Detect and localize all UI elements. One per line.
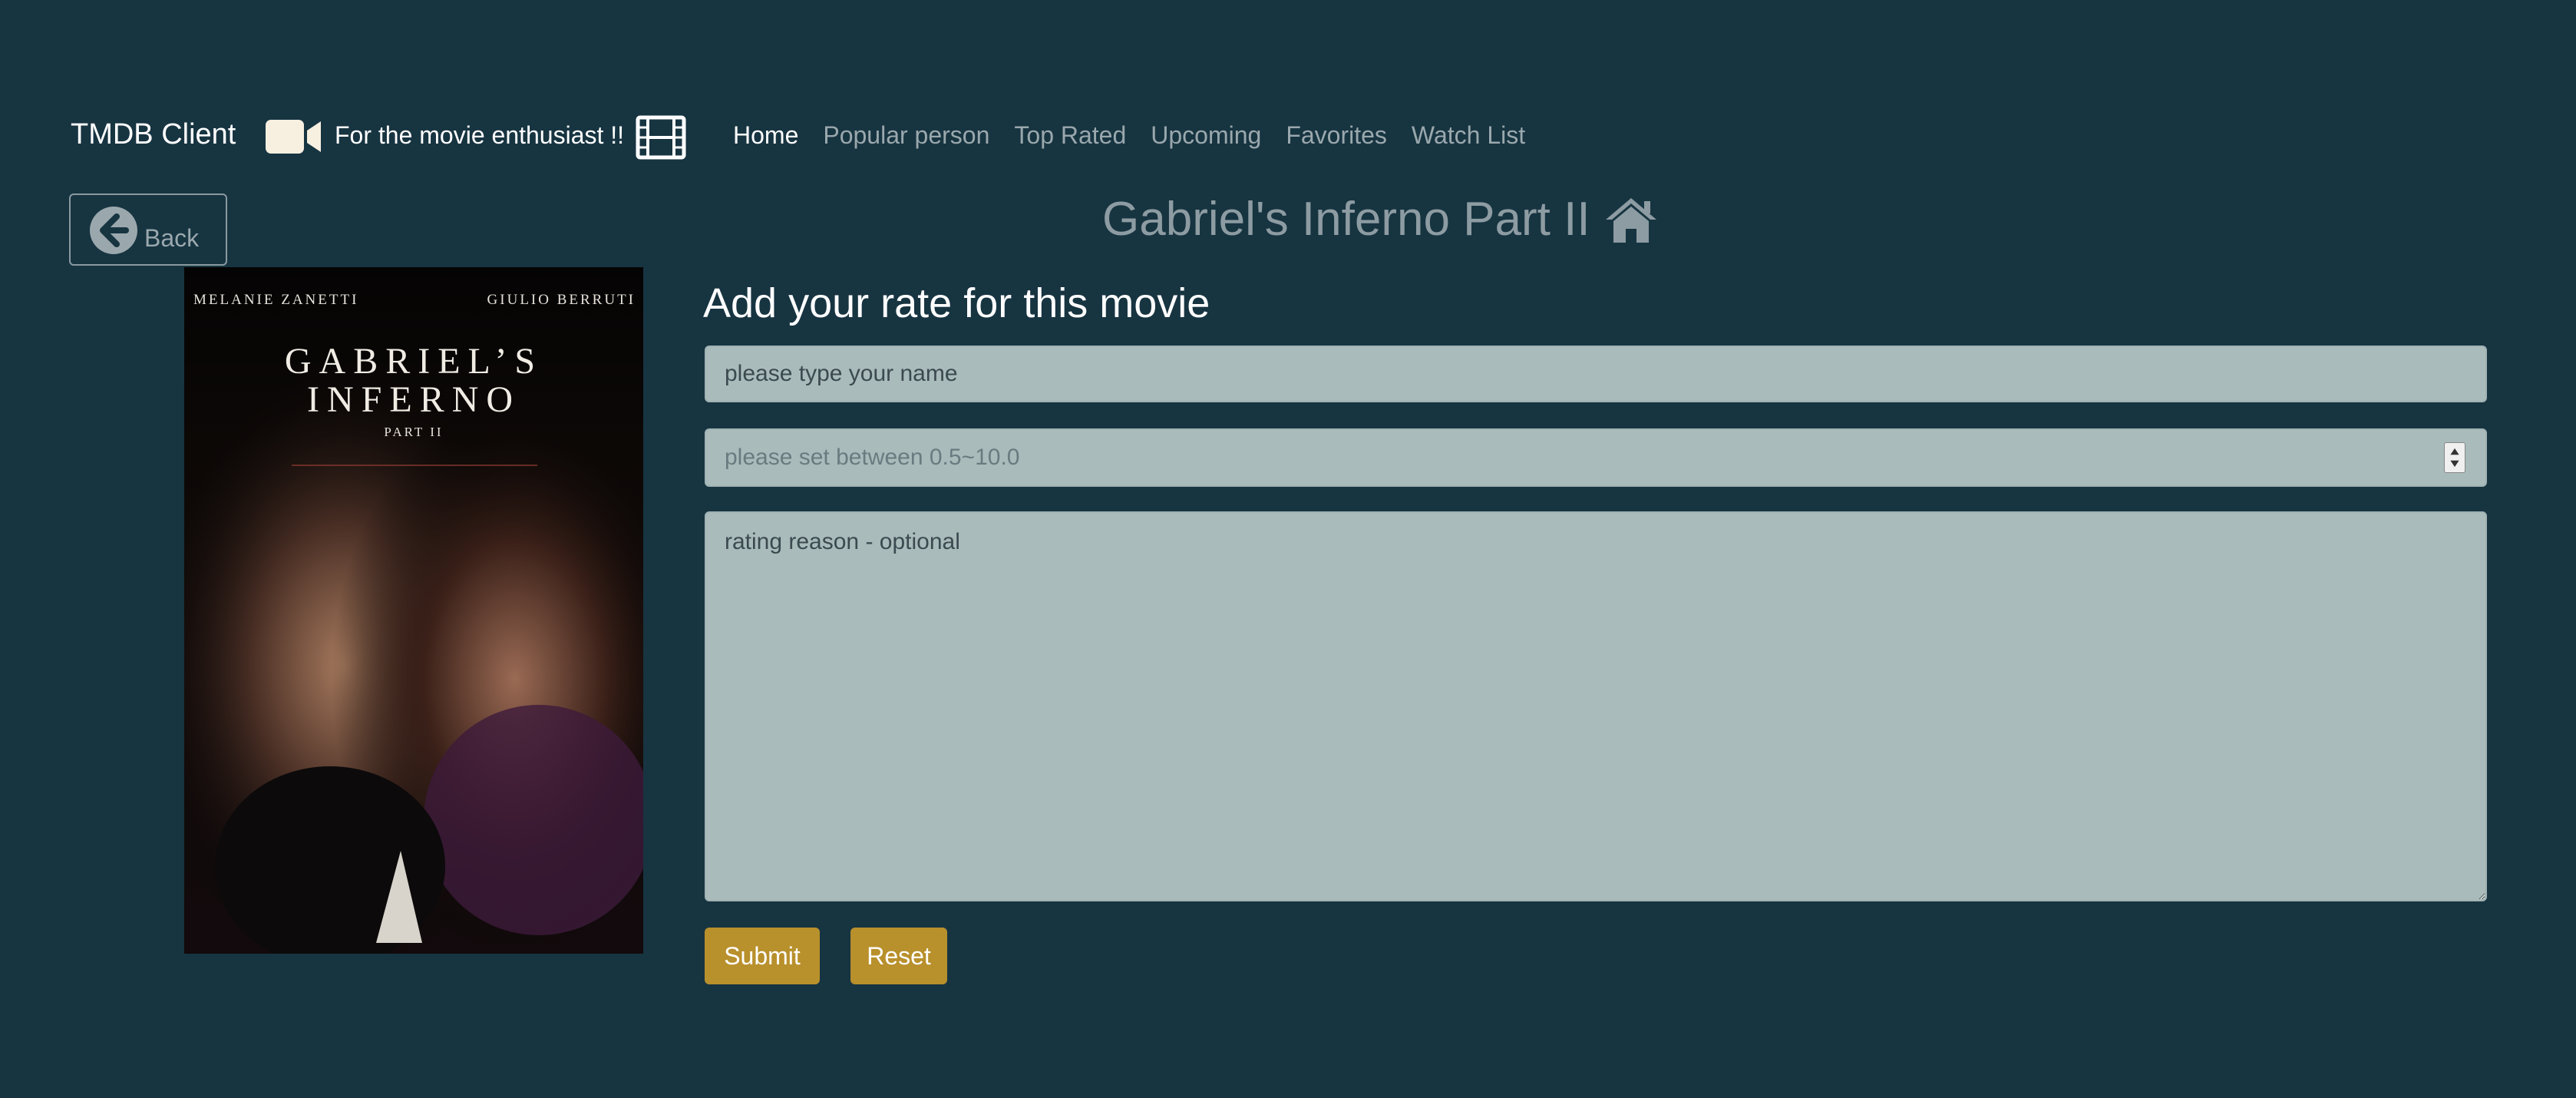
reason-textarea[interactable] bbox=[705, 511, 2487, 901]
brand-link[interactable]: TMDB Client bbox=[71, 118, 236, 151]
movie-poster: MELANIE ZANETTI GIULIO BERRUTI GABRIEL’S… bbox=[184, 267, 643, 954]
film-icon bbox=[636, 115, 686, 160]
poster-credit-left: MELANIE ZANETTI bbox=[193, 292, 358, 308]
nav-top-rated[interactable]: Top Rated bbox=[1014, 121, 1126, 150]
arrow-circle-left-icon bbox=[90, 207, 137, 254]
back-label: Back bbox=[144, 224, 200, 252]
nav-popular-person[interactable]: Popular person bbox=[823, 121, 989, 150]
nav-upcoming[interactable]: Upcoming bbox=[1151, 121, 1261, 150]
poster-title-line1: GABRIEL’S bbox=[285, 341, 543, 382]
nav-favorites[interactable]: Favorites bbox=[1286, 121, 1387, 150]
movie-title: Gabriel's Inferno Part II bbox=[1102, 192, 1660, 246]
home-icon[interactable] bbox=[1603, 195, 1660, 244]
video-camera-icon bbox=[266, 120, 321, 154]
reset-button[interactable]: Reset bbox=[850, 928, 947, 984]
nav-watch-list[interactable]: Watch List bbox=[1412, 121, 1525, 150]
back-button[interactable]: Back bbox=[69, 193, 227, 266]
poster-credit-right: GIULIO BERRUTI bbox=[487, 292, 636, 308]
rate-input[interactable] bbox=[705, 428, 2487, 487]
movie-title-text: Gabriel's Inferno Part II bbox=[1102, 193, 1590, 246]
nav-home[interactable]: Home bbox=[733, 121, 798, 150]
navbar: TMDB Client For the movie enthusiast !! … bbox=[0, 107, 2576, 169]
nav-links: Home Popular person Top Rated Upcoming F… bbox=[733, 121, 1525, 150]
form-heading: Add your rate for this movie bbox=[703, 280, 1210, 326]
name-input[interactable] bbox=[705, 346, 2487, 402]
submit-button[interactable]: Submit bbox=[705, 928, 820, 984]
poster-subtitle: PART II bbox=[384, 425, 443, 439]
spinner-arrows-icon[interactable] bbox=[2444, 442, 2465, 473]
tagline: For the movie enthusiast !! bbox=[335, 121, 625, 149]
poster-title-line2: INFERNO bbox=[307, 379, 520, 420]
